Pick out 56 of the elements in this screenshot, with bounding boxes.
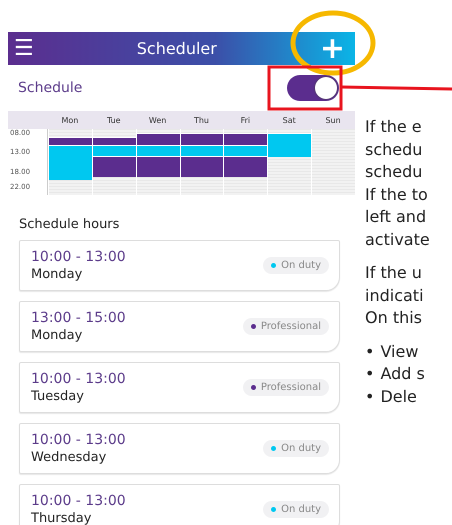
menu-button[interactable]: ☰ <box>14 38 34 60</box>
status-tag: Professional <box>242 379 329 396</box>
schedule-hour-card[interactable]: 10:00 - 13:00 Tuesday Professional <box>19 362 340 413</box>
day-name: Monday <box>31 266 84 283</box>
status-tag: Professional <box>242 318 329 335</box>
schedule-block[interactable] <box>136 132 180 146</box>
description-text: activate <box>365 228 430 250</box>
day-name: Thursday <box>31 510 92 525</box>
status-tag: On duty <box>263 440 329 457</box>
schedule-block[interactable] <box>180 156 224 177</box>
schedule-toggle[interactable] <box>287 75 339 101</box>
time-range: 13:00 - 15:00 <box>31 309 126 327</box>
bullet-mark: • <box>365 363 374 385</box>
description-text: If the e <box>365 116 423 138</box>
description-text: schedu <box>365 161 424 183</box>
day-label: Fri <box>240 116 252 124</box>
day-label: Tue <box>106 116 122 124</box>
day-label: Thu <box>192 116 210 124</box>
day-name: Monday <box>31 327 84 344</box>
schedule-hour-card[interactable]: 10:00 - 13:00 Wednesday On duty <box>19 423 340 474</box>
schedule-block[interactable] <box>92 136 136 146</box>
description-text: indicati <box>365 284 425 306</box>
day-name: Wednesday <box>31 449 108 466</box>
description-text: left and <box>365 206 428 228</box>
description-text: If the to <box>365 184 429 206</box>
bullet-mark: • <box>365 340 374 362</box>
time-range: 10:00 - 13:00 <box>31 431 126 449</box>
description-text: schedu <box>365 138 424 160</box>
description-text: If the u <box>365 262 423 284</box>
schedule-hour-card[interactable]: 13:00 - 15:00 Monday Professional <box>19 301 340 352</box>
list-item-text: Add s <box>380 363 425 385</box>
time-range: 10:00 - 13:00 <box>31 248 126 266</box>
schedule-hour-card[interactable]: 10:00 - 13:00 Thursday On duty <box>19 484 340 525</box>
day-label: Wen <box>148 116 168 124</box>
day-label: Mon <box>60 116 80 124</box>
schedule-block[interactable] <box>92 156 136 177</box>
day-label: Sun <box>324 116 342 124</box>
schedule-hour-card[interactable]: 10:00 - 13:00 Monday On duty <box>19 240 340 291</box>
bullet-mark: • <box>365 386 374 408</box>
list-item-text: View <box>380 340 418 362</box>
time-range: 10:00 - 13:00 <box>31 492 126 510</box>
section-heading: Schedule hours <box>19 217 120 232</box>
schedule-block[interactable] <box>136 156 180 177</box>
schedule-block[interactable] <box>49 136 92 146</box>
day-name: Tuesday <box>31 388 85 405</box>
day-label: Sat <box>282 116 297 124</box>
list-item-text: Dele <box>380 386 417 408</box>
schedule-block[interactable] <box>224 156 268 177</box>
screen-title: Scheduler <box>136 39 217 58</box>
schedule-block[interactable] <box>224 132 268 146</box>
schedule-block[interactable] <box>180 132 224 146</box>
schedule-label: Schedule <box>18 80 82 96</box>
status-tag: On duty <box>263 501 329 518</box>
time-range: 10:00 - 13:00 <box>31 370 126 388</box>
description-text: On this <box>365 307 424 329</box>
status-tag: On duty <box>263 257 329 274</box>
